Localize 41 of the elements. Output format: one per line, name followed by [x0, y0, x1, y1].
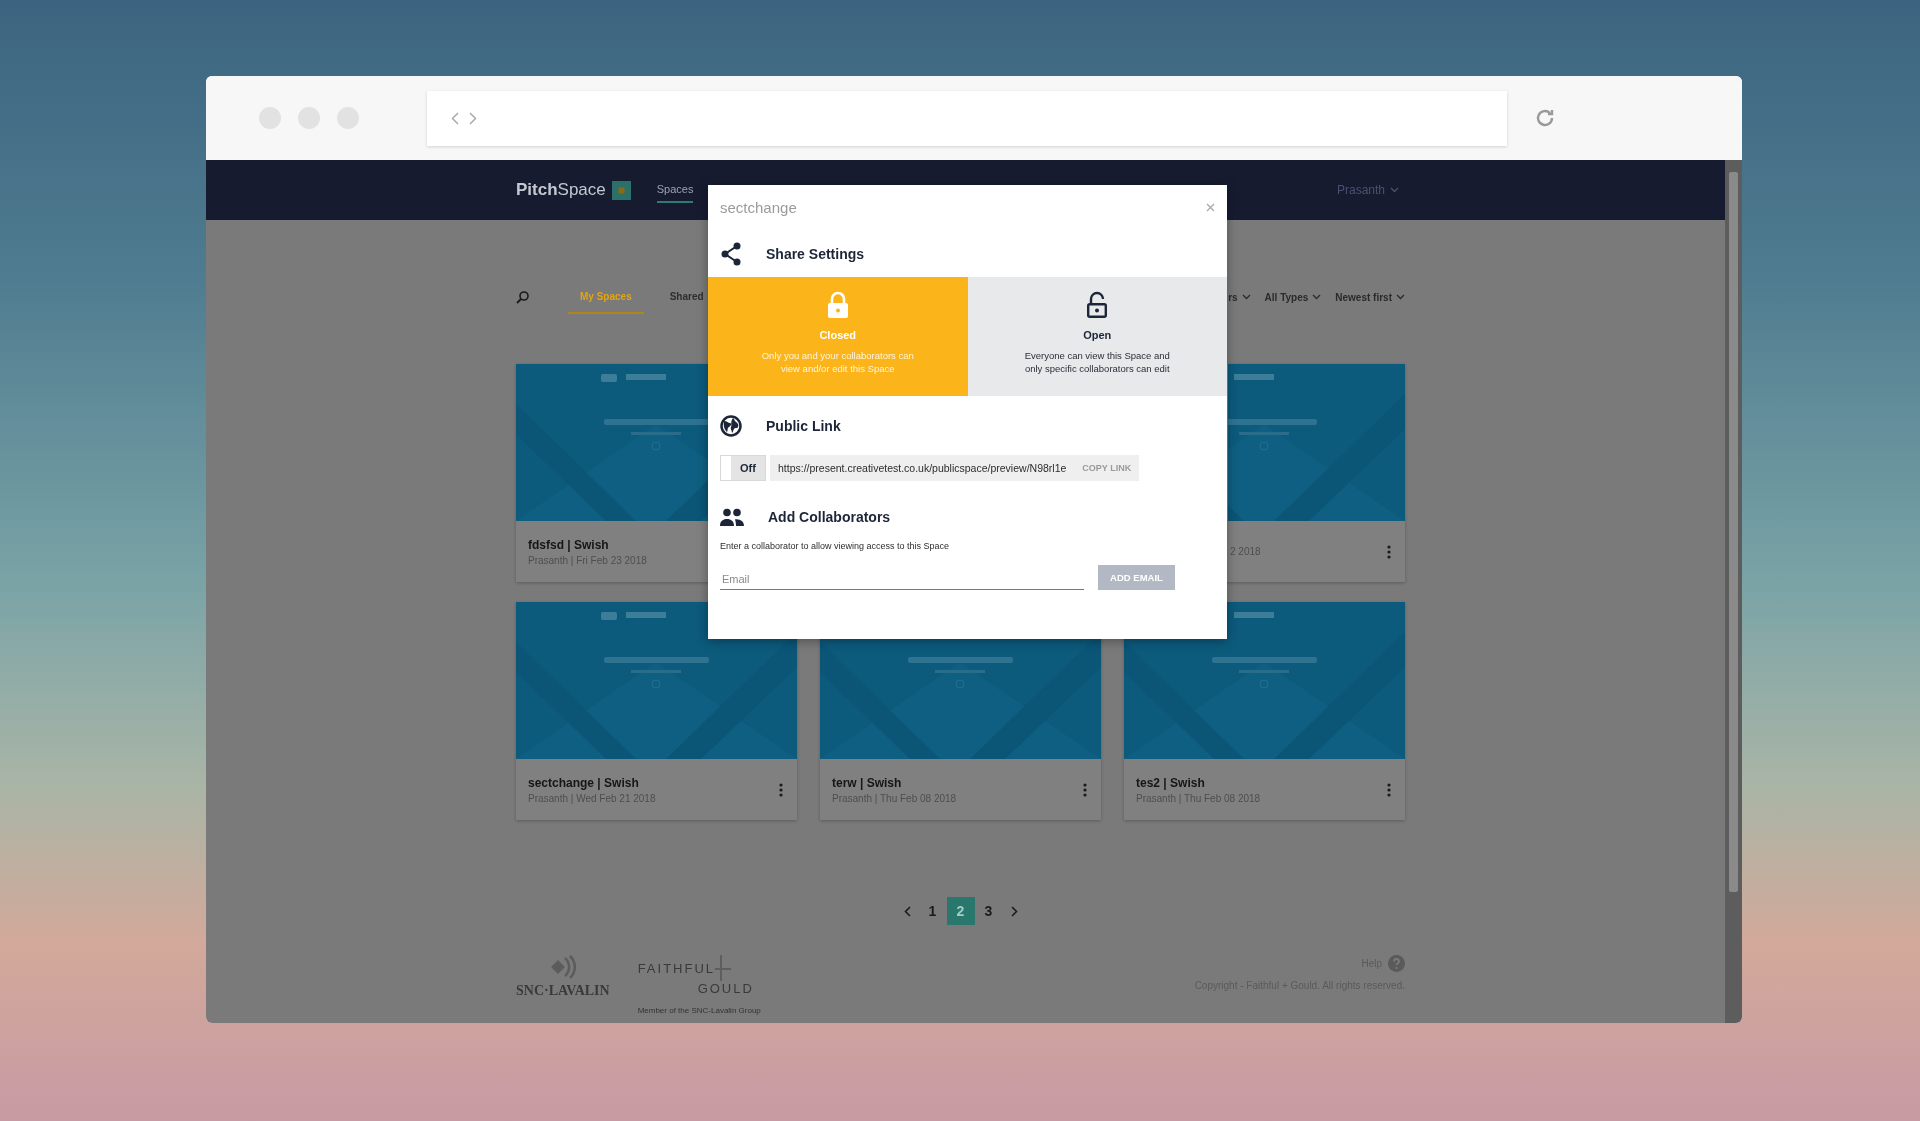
search-icon	[516, 290, 529, 304]
chevron-down-icon	[1396, 294, 1405, 300]
partner-logo: SNC·LAVALIN	[516, 983, 610, 999]
card-title: terw | Swish	[832, 775, 903, 790]
public-link-toggle[interactable]: Off	[720, 455, 766, 481]
forward-icon	[469, 111, 477, 125]
card-title: tes2 | Swish	[1136, 775, 1206, 790]
share-option[interactable]: Closed Only you and your collaborators can view and/or edit this Space	[708, 277, 968, 396]
scrollbar[interactable]	[1725, 160, 1742, 1023]
page-button[interactable]: 3	[974, 897, 1003, 925]
cross-icon	[715, 955, 732, 981]
scrollbar-thumb[interactable]	[1729, 172, 1738, 892]
filter-tab[interactable]: My Spaces	[568, 280, 644, 314]
share-option[interactable]: Open Everyone can view this Space and only specific collaborators can edit	[967, 277, 1227, 396]
chevron-down-icon	[1312, 294, 1322, 300]
logo-icon	[611, 180, 631, 200]
dialog-title: sectchange	[720, 199, 797, 216]
card-title: fdsfsd | Swish	[528, 537, 610, 552]
card-title: sectchange | Swish	[528, 775, 640, 790]
reload-icon	[1534, 107, 1556, 129]
share-icon	[720, 241, 742, 266]
users-icon	[720, 508, 744, 526]
filter-dropdown[interactable]: Newest first	[1335, 291, 1405, 303]
globe-icon	[720, 414, 742, 437]
filter-dropdown[interactable]: rs	[1228, 291, 1251, 303]
logo[interactable]: PitchSpace	[516, 180, 606, 200]
user-menu[interactable]: Prasanth	[1330, 182, 1405, 198]
chevron-down-icon	[1390, 187, 1399, 193]
chevron-down-icon	[1241, 294, 1251, 300]
partner-logo: FAITHFUL	[637, 960, 716, 976]
close-icon[interactable]	[1206, 203, 1215, 212]
partner-logo: GOULD	[697, 981, 755, 996]
page-button[interactable]: 2	[946, 897, 975, 925]
nav-link[interactable]: Spaces	[656, 177, 694, 203]
add-email-button[interactable]: ADD EMAIL	[1098, 565, 1175, 590]
back-icon	[451, 111, 459, 125]
lock-icon	[826, 291, 849, 319]
section-heading: Share Settings	[766, 245, 865, 262]
page-button[interactable]: 1	[918, 897, 947, 925]
unlocked-icon	[1086, 291, 1109, 319]
filter-dropdown[interactable]: All Types	[1264, 291, 1322, 303]
